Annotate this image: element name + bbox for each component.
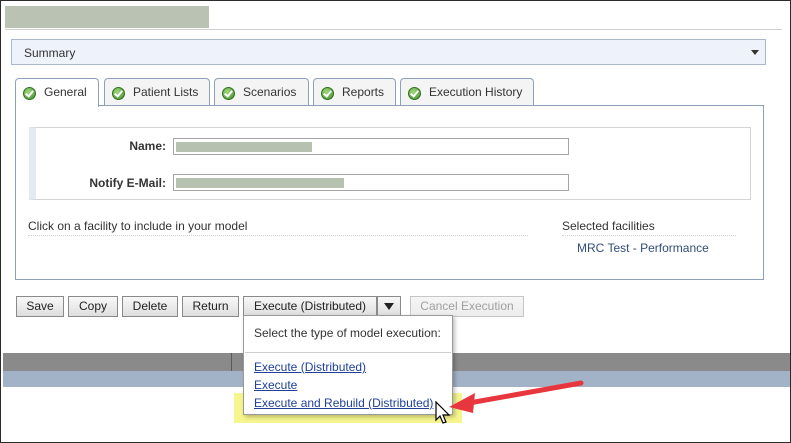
selected-divider: [562, 235, 736, 236]
red-arrow-icon: [449, 380, 584, 413]
name-label: Name:: [129, 139, 166, 153]
title-divider: [5, 29, 782, 30]
redacted-title: [5, 6, 209, 28]
selected-facilities-header: Selected facilities: [562, 219, 655, 233]
execute-options-toggle[interactable]: [377, 296, 401, 317]
check-circle-icon: [23, 87, 36, 100]
menu-header: Select the type of model execution:: [254, 326, 441, 340]
delete-button[interactable]: Delete: [122, 296, 178, 317]
execution-type-menu: Select the type of model execution: Exec…: [243, 315, 453, 415]
tab-reports[interactable]: Reports: [313, 78, 396, 105]
check-circle-icon: [222, 87, 235, 100]
facility-divider: [28, 235, 528, 236]
selected-facility-item[interactable]: MRC Test - Performance: [577, 241, 709, 255]
tab-execution-history[interactable]: Execution History: [400, 78, 534, 105]
app-window: Summary General Patient Lists Scenarios …: [0, 0, 791, 443]
email-field[interactable]: [173, 174, 569, 191]
redacted-value: [176, 142, 312, 152]
general-form: Name: Notify E-Mail:: [29, 127, 751, 200]
save-button[interactable]: Save: [16, 296, 64, 317]
redacted-value: [176, 178, 344, 188]
cancel-execution-button[interactable]: Cancel Execution: [410, 296, 524, 317]
check-circle-icon: [321, 87, 334, 100]
tab-scenarios[interactable]: Scenarios: [214, 78, 309, 105]
name-field[interactable]: [173, 138, 569, 155]
menu-item-execute[interactable]: Execute: [254, 378, 297, 392]
check-circle-icon: [408, 87, 421, 100]
check-circle-icon: [112, 87, 125, 100]
menu-item-execute-distributed[interactable]: Execute (Distributed): [254, 360, 366, 374]
summary-dropdown-label: Summary: [24, 46, 76, 60]
return-button[interactable]: Return: [182, 296, 239, 317]
tab-label: Reports: [342, 85, 385, 99]
mouse-pointer-icon: [435, 401, 451, 424]
tab-label: Scenarios: [243, 85, 297, 99]
chevron-down-icon: [384, 303, 394, 310]
tab-label: Patient Lists: [133, 85, 199, 99]
execute-distributed-button[interactable]: Execute (Distributed): [243, 296, 377, 317]
tab-label: General: [44, 85, 87, 99]
email-label: Notify E-Mail:: [89, 176, 166, 190]
footer-divider: [231, 353, 232, 371]
tab-label: Execution History: [429, 85, 523, 99]
copy-button[interactable]: Copy: [68, 296, 118, 317]
summary-dropdown[interactable]: Summary: [11, 39, 766, 65]
tab-general[interactable]: General: [15, 78, 99, 107]
menu-divider: [245, 352, 451, 353]
chevron-down-icon: [751, 50, 759, 55]
menu-item-execute-rebuild-distributed[interactable]: Execute and Rebuild (Distributed): [254, 396, 433, 410]
general-panel: Name: Notify E-Mail: Click on a facility…: [15, 105, 764, 280]
facility-instruction: Click on a facility to include in your m…: [28, 219, 248, 233]
tab-patient-lists[interactable]: Patient Lists: [104, 78, 210, 105]
